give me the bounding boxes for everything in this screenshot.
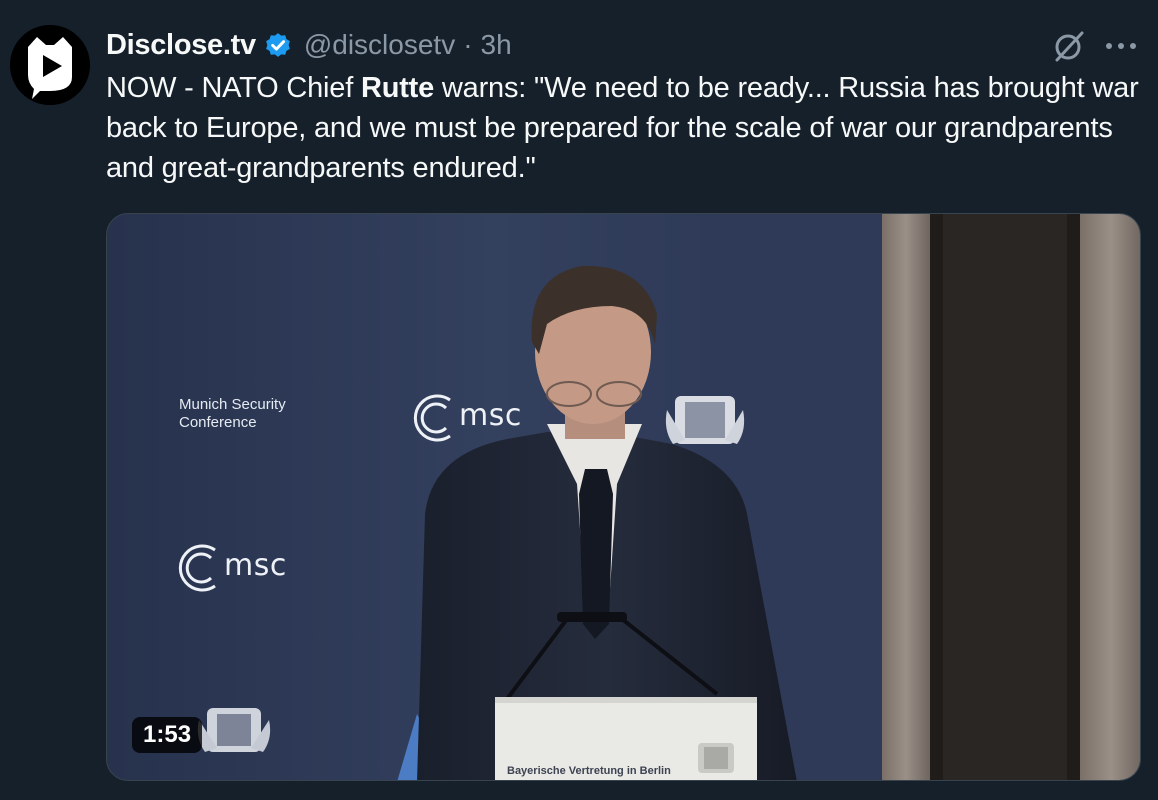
verified-badge-icon[interactable] [262, 29, 294, 61]
display-name[interactable]: Disclose.tv [106, 29, 256, 62]
backdrop-text-line2: Conference [179, 414, 257, 431]
video-player[interactable]: Munich Security Conference msc msc Bayer… [106, 213, 1141, 781]
more-options-icon[interactable] [1101, 30, 1141, 62]
lectern-label: Bayerische Vertretung in Berlin [507, 765, 671, 777]
tweet-card[interactable]: Disclose.tv @disclosetv · 3h NOW - NATO … [0, 0, 1158, 800]
tweet-text: NOW - NATO Chief Rutte warns: "We need t… [106, 68, 1151, 188]
backdrop-text: Munich Security Conference [179, 396, 286, 432]
tweet-text-bold: Rutte [360, 72, 435, 104]
video-thumbnail [107, 214, 1140, 780]
play-mascot-icon [10, 25, 90, 105]
msc-logo-text: msc [459, 398, 522, 433]
msc-logo-text-secondary: msc [224, 548, 287, 583]
user-handle[interactable]: @disclosetv [304, 29, 455, 61]
tweet-header: Disclose.tv @disclosetv · 3h [106, 25, 512, 65]
timestamp[interactable]: 3h [481, 29, 512, 61]
backdrop-text-line1: Munich Security [179, 396, 286, 413]
grok-icon[interactable] [1051, 28, 1087, 64]
separator-dot: · [463, 29, 473, 60]
avatar[interactable] [10, 25, 90, 105]
video-duration-badge: 1:53 [132, 717, 203, 753]
tweet-text-prefix: NOW - NATO Chief [106, 72, 361, 104]
